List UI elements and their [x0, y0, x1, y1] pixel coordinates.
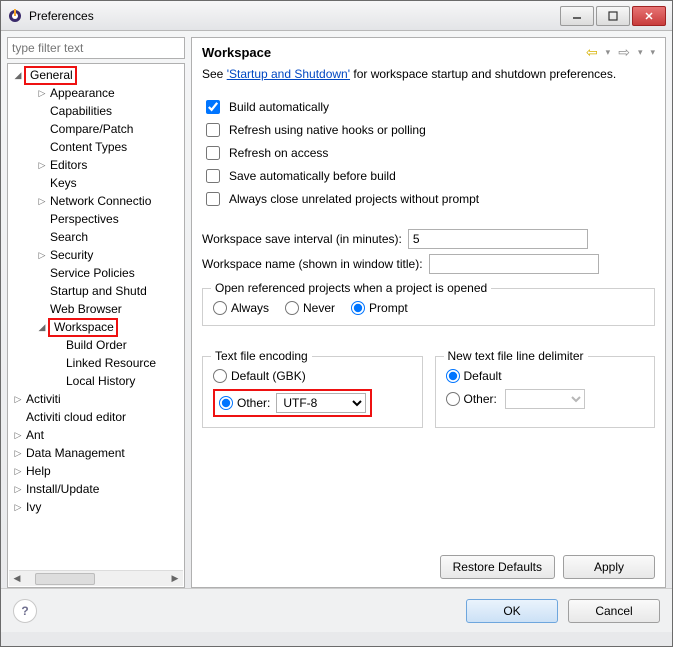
- page-title: Workspace: [202, 45, 271, 60]
- tree-search[interactable]: Search: [48, 230, 88, 244]
- refresh-access-checkbox[interactable]: [206, 146, 220, 160]
- nav-back-icon[interactable]: ⇦: [586, 44, 598, 61]
- tree-appearance[interactable]: Appearance: [48, 86, 115, 100]
- filter-input[interactable]: [7, 37, 185, 59]
- close-unrelated-checkbox[interactable]: [206, 192, 220, 206]
- open-ref-always-label: Always: [231, 301, 269, 315]
- workspace-name-label: Workspace name (shown in window title):: [202, 257, 423, 271]
- close-unrelated-label: Always close unrelated projects without …: [229, 192, 479, 206]
- nav-forward-icon[interactable]: ⇨: [618, 44, 630, 61]
- tree-activiti-cloud[interactable]: Activiti cloud editor: [24, 410, 126, 424]
- expand-icon[interactable]: ▷: [12, 430, 24, 441]
- tree-startup[interactable]: Startup and Shutd: [48, 284, 147, 298]
- tree-content-types[interactable]: Content Types: [48, 140, 127, 154]
- build-automatically-checkbox[interactable]: [206, 100, 220, 114]
- tree-install-update[interactable]: Install/Update: [24, 482, 99, 496]
- scroll-left-icon[interactable]: ◀: [9, 571, 25, 587]
- save-interval-input[interactable]: [408, 229, 588, 249]
- expand-icon[interactable]: ◢: [12, 70, 24, 81]
- horizontal-scrollbar[interactable]: ◀ ▶: [9, 570, 183, 586]
- encoding-default-label: Default (GBK): [231, 369, 306, 383]
- refresh-access-label: Refresh on access: [229, 146, 328, 160]
- tree-network[interactable]: Network Connectio: [48, 194, 151, 208]
- tree-editors[interactable]: Editors: [48, 158, 87, 172]
- encoding-legend: Text file encoding: [211, 349, 312, 363]
- expand-icon[interactable]: ▷: [12, 466, 24, 477]
- open-referenced-legend: Open referenced projects when a project …: [211, 281, 491, 295]
- tree-ant[interactable]: Ant: [24, 428, 44, 442]
- expand-icon[interactable]: ▷: [12, 484, 24, 495]
- expand-icon[interactable]: ▷: [36, 250, 48, 261]
- tree-web-browser[interactable]: Web Browser: [48, 302, 122, 316]
- close-button[interactable]: [632, 6, 666, 26]
- apply-button[interactable]: Apply: [563, 555, 655, 579]
- open-ref-prompt-label: Prompt: [369, 301, 408, 315]
- encoding-select[interactable]: UTF-8: [276, 393, 366, 413]
- delimiter-legend: New text file line delimiter: [444, 349, 588, 363]
- help-button[interactable]: ?: [13, 599, 37, 623]
- delimiter-default-radio[interactable]: [446, 369, 460, 383]
- expand-icon[interactable]: ▷: [36, 88, 48, 99]
- cancel-button[interactable]: Cancel: [568, 599, 660, 623]
- startup-shutdown-link[interactable]: 'Startup and Shutdown': [227, 67, 350, 81]
- encoding-default-radio[interactable]: [213, 369, 227, 383]
- save-interval-label: Workspace save interval (in minutes):: [202, 232, 402, 246]
- open-ref-never-label: Never: [303, 301, 335, 315]
- tree-linked-resources[interactable]: Linked Resource: [64, 356, 156, 370]
- maximize-button[interactable]: [596, 6, 630, 26]
- tree-compare[interactable]: Compare/Patch: [48, 122, 133, 136]
- tree-help[interactable]: Help: [24, 464, 51, 478]
- open-ref-always-radio[interactable]: [213, 301, 227, 315]
- tree-general[interactable]: General: [28, 68, 73, 82]
- expand-icon[interactable]: ◢: [36, 322, 48, 333]
- encoding-other-label: Other:: [237, 396, 270, 410]
- encoding-other-radio[interactable]: [219, 396, 233, 410]
- delimiter-default-label: Default: [464, 369, 502, 383]
- tree-data-management[interactable]: Data Management: [24, 446, 125, 460]
- tree-security[interactable]: Security: [48, 248, 93, 262]
- tree-perspectives[interactable]: Perspectives: [48, 212, 119, 226]
- expand-icon[interactable]: ▷: [12, 502, 24, 513]
- save-before-build-checkbox[interactable]: [206, 169, 220, 183]
- expand-icon[interactable]: ▷: [36, 160, 48, 171]
- open-ref-never-radio[interactable]: [285, 301, 299, 315]
- preferences-tree[interactable]: ◢General ▷Appearance Capabilities Compar…: [7, 63, 185, 588]
- delimiter-select[interactable]: [505, 389, 585, 409]
- nav-back-menu-icon[interactable]: ▾: [606, 47, 611, 58]
- tree-keys[interactable]: Keys: [48, 176, 77, 190]
- tree-local-history[interactable]: Local History: [64, 374, 135, 388]
- ok-button[interactable]: OK: [466, 599, 558, 623]
- expand-icon[interactable]: ▷: [12, 448, 24, 459]
- description: See 'Startup and Shutdown' for workspace…: [202, 67, 655, 81]
- window-title: Preferences: [29, 9, 560, 23]
- scroll-right-icon[interactable]: ▶: [167, 571, 183, 587]
- tree-capabilities[interactable]: Capabilities: [48, 104, 112, 118]
- tree-activiti[interactable]: Activiti: [24, 392, 61, 406]
- titlebar: Preferences: [1, 1, 672, 31]
- page-menu-icon[interactable]: ▾: [650, 47, 655, 58]
- scrollbar-thumb[interactable]: [35, 573, 95, 585]
- expand-icon[interactable]: ▷: [12, 394, 24, 405]
- open-ref-prompt-radio[interactable]: [351, 301, 365, 315]
- nav-forward-menu-icon[interactable]: ▾: [638, 47, 643, 58]
- build-automatically-label: Build automatically: [229, 100, 329, 114]
- tree-ivy[interactable]: Ivy: [24, 500, 41, 514]
- refresh-native-checkbox[interactable]: [206, 123, 220, 137]
- restore-defaults-button[interactable]: Restore Defaults: [440, 555, 555, 579]
- workspace-name-input[interactable]: [429, 254, 599, 274]
- tree-workspace[interactable]: Workspace: [52, 320, 114, 334]
- tree-service-policies[interactable]: Service Policies: [48, 266, 135, 280]
- expand-icon[interactable]: ▷: [36, 196, 48, 207]
- tree-build-order[interactable]: Build Order: [64, 338, 127, 352]
- minimize-button[interactable]: [560, 6, 594, 26]
- app-icon: [7, 8, 23, 24]
- delimiter-other-radio[interactable]: [446, 392, 460, 406]
- refresh-native-label: Refresh using native hooks or polling: [229, 123, 426, 137]
- delimiter-other-label: Other:: [464, 392, 497, 406]
- save-before-build-label: Save automatically before build: [229, 169, 396, 183]
